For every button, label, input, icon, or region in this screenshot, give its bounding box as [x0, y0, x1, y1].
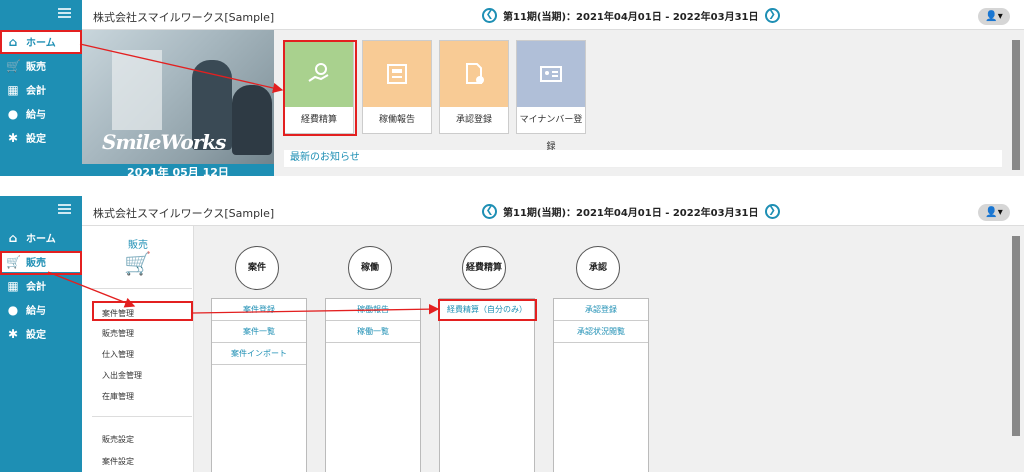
- period-text: 第11期(当期)：2021年04月01日 - 2022年03月31日: [503, 12, 759, 23]
- banner-date: 2021年 05月 12日: [82, 164, 274, 176]
- sidebar-item-label: 給与: [26, 110, 46, 121]
- banner-logo: SmileWorks: [102, 130, 226, 154]
- sidebar-item-payroll[interactable]: ● 給与: [6, 104, 80, 124]
- category-approval: 承認: [576, 246, 620, 290]
- hand-money-icon: [285, 41, 353, 107]
- user-menu-button[interactable]: 👤▾: [978, 8, 1010, 25]
- category-project: 案件: [235, 246, 279, 290]
- tile-approval[interactable]: 承認登録: [439, 40, 509, 134]
- document-check-icon: [440, 41, 508, 107]
- tile-label: 承認登録: [455, 115, 492, 125]
- home-screen-panel: ⌂ ホーム 🛒 販売 ▦ 会計 ● 給与 ✱ 設定 株式会社スマイルワークス[Sample…: [0, 0, 1024, 176]
- cart-icon: 🛒: [124, 252, 152, 277]
- report-icon: [363, 41, 431, 107]
- category-approval-links: 承認登録 承認状況閲覧: [553, 298, 649, 472]
- user-menu-button[interactable]: 👤▾: [978, 204, 1010, 221]
- sidebar-item-label: 販売: [26, 258, 46, 269]
- sales-screen-panel: ⌂ ホーム 🛒 販売 ▦ 会計 ● 給与 ✱ 設定 株式会社スマイルワークス[Sample…: [0, 196, 1024, 472]
- submenu-item-cashflow[interactable]: 入出金管理: [102, 370, 142, 381]
- id-card-icon: [517, 41, 585, 107]
- link-project-register[interactable]: 案件登録: [212, 299, 306, 321]
- category-project-links: 案件登録 案件一覧 案件インポート: [211, 298, 307, 472]
- fiscal-period: ❮ 第11期(当期)：2021年04月01日 - 2022年03月31日 ❯: [482, 8, 780, 23]
- submenu-item-inventory[interactable]: 在庫管理: [102, 391, 134, 402]
- link-project-import[interactable]: 案件インポート: [212, 343, 306, 365]
- header-bar: 株式会社スマイルワークス[Sample] ❮ 第11期(当期)：2021年04月…: [82, 196, 1024, 226]
- sidebar-item-label: 給与: [26, 306, 46, 317]
- category-expense: 経費精算: [462, 246, 506, 290]
- money-bag-icon: ●: [7, 107, 19, 121]
- sales-submenu: 販売 🛒 案件管理 販売管理 仕入管理 入出金管理 在庫管理 販売設定 案件設定: [82, 226, 194, 472]
- sidebar-item-accounting[interactable]: ▦ 会計: [6, 276, 80, 296]
- submenu-item-project[interactable]: 案件管理: [102, 308, 134, 319]
- news-header: 最新のお知らせ: [284, 150, 1002, 168]
- banner-image: SmileWorks 2021年 05月 12日: [82, 30, 274, 176]
- home-icon: ⌂: [8, 35, 18, 49]
- gear-icon: ✱: [7, 327, 19, 341]
- calculator-icon: ▦: [7, 279, 19, 293]
- divider: [92, 288, 192, 289]
- cart-icon: 🛒: [6, 255, 21, 269]
- home-icon: ⌂: [8, 231, 18, 245]
- sidebar-item-accounting[interactable]: ▦ 会計: [6, 80, 80, 100]
- sidebar-item-label: ホーム: [26, 38, 56, 49]
- sidebar-item-sales[interactable]: 🛒 販売: [6, 56, 80, 76]
- sidebar-item-home[interactable]: ⌂ ホーム: [6, 228, 80, 248]
- scrollbar[interactable]: [1012, 40, 1020, 170]
- category-expense-links: 経費精算（自分のみ）: [439, 298, 535, 472]
- sidebar: ⌂ ホーム 🛒 販売 ▦ 会計 ● 給与 ✱ 設定: [0, 0, 82, 176]
- next-period-icon[interactable]: ❯: [764, 8, 780, 23]
- category-operation-links: 稼働報告 稼働一覧: [325, 298, 421, 472]
- submenu-item-project-settings[interactable]: 案件設定: [102, 456, 134, 467]
- sidebar-item-payroll[interactable]: ● 給与: [6, 300, 80, 320]
- cart-icon: 🛒: [6, 59, 21, 73]
- company-name: 株式会社スマイルワークス[Sample]: [93, 207, 275, 220]
- category-operation: 稼働: [348, 246, 392, 290]
- sidebar-item-label: 設定: [26, 330, 46, 341]
- prev-period-icon[interactable]: ❮: [482, 8, 497, 23]
- sales-content: 販売 🛒 案件管理 販売管理 仕入管理 入出金管理 在庫管理 販売設定 案件設定…: [82, 226, 1024, 472]
- link-expense-self[interactable]: 経費精算（自分のみ）: [440, 299, 534, 321]
- hamburger-menu-icon[interactable]: [58, 8, 71, 18]
- prev-period-icon[interactable]: ❮: [482, 204, 497, 219]
- sidebar-item-label: 設定: [26, 134, 46, 145]
- next-period-icon[interactable]: ❯: [764, 204, 780, 219]
- sidebar-item-settings[interactable]: ✱ 設定: [6, 324, 80, 344]
- sidebar-item-home[interactable]: ⌂ ホーム: [0, 32, 82, 52]
- sidebar-item-label: 会計: [26, 282, 46, 293]
- submenu-item-purchase[interactable]: 仕入管理: [102, 349, 134, 360]
- tile-mynumber[interactable]: マイナンバー登録: [516, 40, 586, 152]
- link-operation-report[interactable]: 稼働報告: [326, 299, 420, 321]
- sidebar: ⌂ ホーム 🛒 販売 ▦ 会計 ● 給与 ✱ 設定: [0, 196, 82, 472]
- tile-label: 稼働報告: [378, 115, 415, 125]
- period-text: 第11期(当期)：2021年04月01日 - 2022年03月31日: [503, 208, 759, 219]
- header-bar: 株式会社スマイルワークス[Sample] ❮ 第11期(当期)：2021年04月…: [82, 0, 1024, 30]
- divider: [92, 416, 192, 417]
- submenu-item-sales-settings[interactable]: 販売設定: [102, 434, 134, 445]
- tile-work-report[interactable]: 稼働報告: [362, 40, 432, 134]
- sidebar-item-sales[interactable]: 🛒 販売: [0, 252, 82, 272]
- sidebar-item-label: 会計: [26, 86, 46, 97]
- company-name: 株式会社スマイルワークス[Sample]: [93, 11, 275, 24]
- gear-icon: ✱: [7, 131, 19, 145]
- hamburger-menu-icon[interactable]: [58, 204, 71, 214]
- link-project-list[interactable]: 案件一覧: [212, 321, 306, 343]
- link-approval-status[interactable]: 承認状況閲覧: [554, 321, 648, 343]
- sidebar-item-settings[interactable]: ✱ 設定: [6, 128, 80, 148]
- tile-expense[interactable]: 経費精算: [284, 40, 354, 134]
- submenu-title: 販売: [128, 240, 148, 251]
- link-approval-register[interactable]: 承認登録: [554, 299, 648, 321]
- link-operation-list[interactable]: 稼働一覧: [326, 321, 420, 343]
- fiscal-period: ❮ 第11期(当期)：2021年04月01日 - 2022年03月31日 ❯: [482, 204, 780, 219]
- scrollbar[interactable]: [1012, 236, 1020, 436]
- money-bag-icon: ●: [7, 303, 19, 317]
- sidebar-item-label: ホーム: [26, 234, 56, 245]
- home-content: SmileWorks 2021年 05月 12日 経費精算 稼働報告 承認登録: [82, 30, 1024, 176]
- submenu-item-sales-mgmt[interactable]: 販売管理: [102, 328, 134, 339]
- sidebar-item-label: 販売: [26, 62, 46, 73]
- tile-label: 経費精算: [300, 115, 337, 125]
- calculator-icon: ▦: [7, 83, 19, 97]
- tile-label: マイナンバー登録: [519, 115, 583, 152]
